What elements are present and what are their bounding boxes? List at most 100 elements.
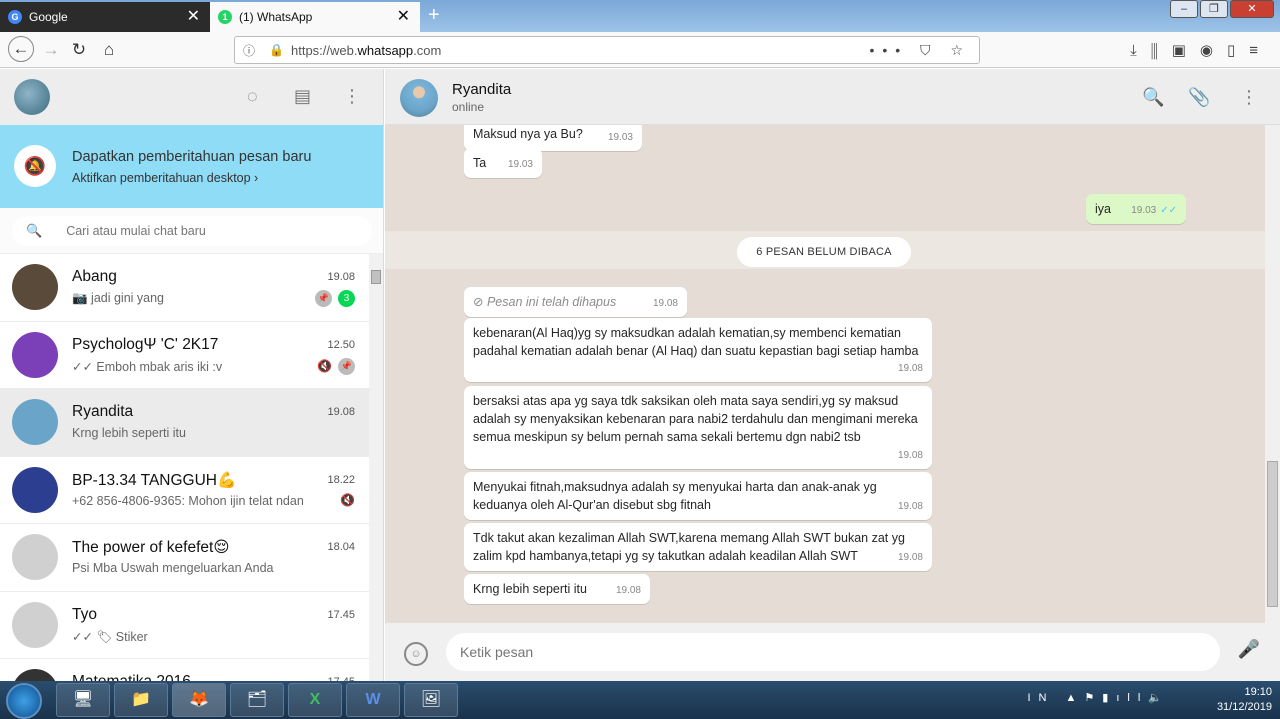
taskbar-explorer-icon[interactable]: 📁 [114, 683, 168, 717]
message-bubble[interactable]: kebenaran(Al Haq)yg sy maksudkan adalah … [464, 318, 932, 382]
contact-avatar[interactable] [400, 79, 438, 117]
pocket-icon[interactable]: ⛉ [920, 42, 939, 58]
taskbar-image-icon[interactable]: 🖼 [404, 683, 458, 717]
menu-dots-icon[interactable]: ⋮ [343, 86, 361, 107]
tab-google[interactable]: G Google ✕ [0, 2, 210, 32]
close-tab-icon[interactable]: ✕ [397, 9, 410, 25]
message-text: Menyukai fitnah,maksudnya adalah sy meny… [473, 480, 877, 512]
new-chat-icon[interactable]: ▤ [294, 86, 311, 107]
browser-toolbar-icons: ⤓⫼▣◉▯≡ [1130, 41, 1272, 59]
chat-avatar[interactable] [12, 264, 58, 310]
forward-button[interactable]: → [40, 39, 62, 61]
chat-avatar[interactable] [12, 534, 58, 580]
address-bar[interactable]: ⓘ 🔒 https://web.whatsapp.com ••• ⛉ ☆ [234, 36, 980, 64]
clock-time: 19:10 [1244, 686, 1272, 698]
chat-list-item[interactable]: The power of kefefet😌 18.04 Psi Mba Uswah … [0, 524, 369, 592]
search-messages-icon[interactable]: 🔍 [1142, 87, 1164, 108]
taskbar-files-icon[interactable]: 🗂 [230, 683, 284, 717]
menu-icon[interactable]: ≡ [1249, 42, 1272, 59]
volume-icon[interactable]: 🔈 [1148, 692, 1170, 704]
taskbar-word-icon[interactable]: W [346, 683, 400, 717]
message-bubble[interactable]: Krng lebih seperti itu 19.08 [464, 574, 650, 604]
chat-list-item[interactable]: BP-13.34 TANGGUH💪 18.22 +62 856-4806-9365:… [0, 457, 369, 524]
pin-icon: 📌 [338, 357, 355, 375]
chat-list-item[interactable]: Abang 19.08 📷 jadi gini yang 📌 3 [0, 254, 369, 322]
message-scrollbar[interactable] [1265, 125, 1280, 623]
chat-list-scrollbar[interactable] [369, 254, 383, 681]
chat-time: 18.22 [327, 473, 355, 486]
show-hidden-icon[interactable]: ▲ [1066, 692, 1085, 704]
close-tab-icon[interactable]: ✕ [187, 9, 200, 25]
message-text: Ta [473, 156, 487, 170]
scrollbar-thumb[interactable] [1267, 461, 1278, 607]
search-box: 🔍 [12, 216, 372, 246]
chat-avatar[interactable] [12, 399, 58, 445]
chat-last-message: 📷 jadi gini yang [72, 291, 165, 305]
message-bubble[interactable]: bersaksi atas apa yg saya tdk saksikan o… [464, 386, 932, 469]
sidebar-icon[interactable]: ▣ [1172, 42, 1200, 59]
info-icon[interactable]: ⓘ [243, 42, 255, 59]
battery-icon[interactable]: ▮ [1102, 692, 1116, 704]
clock[interactable]: 19:10 31/12/2019 [1217, 685, 1272, 715]
message-time: 19.08 [615, 585, 641, 596]
tab-whatsapp[interactable]: 1 (1) WhatsApp ✕ [210, 2, 420, 32]
taskbar-excel-icon[interactable]: X [288, 683, 342, 717]
chat-avatar[interactable] [12, 466, 58, 513]
close-window-button[interactable]: ✕ [1230, 0, 1274, 18]
chat-avatar[interactable] [12, 331, 58, 378]
more-actions-icon[interactable]: ••• [869, 42, 908, 58]
chat-list: Abang 19.08 📷 jadi gini yang 📌 3 PsychologΨ '… [0, 254, 369, 681]
compose-bar: ☺ 🎤 [385, 623, 1280, 681]
library-icon[interactable]: ⫼ [1151, 42, 1172, 59]
menu-dots-icon[interactable]: ⋮ [1240, 87, 1258, 108]
profile-avatar[interactable] [14, 79, 50, 115]
chat-avatar[interactable] [12, 601, 58, 648]
chat-list-item[interactable]: Tyo 17.45 ✓✓ 🏷 Stiker [0, 592, 369, 659]
whatsapp-icon: 1 [218, 10, 232, 24]
message-bubble-deleted[interactable]: ⊘ Pesan ini telah dihapus 19.08 [464, 287, 687, 317]
taskbar-computer-icon[interactable]: 🖥 [56, 683, 110, 717]
conversation-header[interactable]: Ryandita online 🔍 📎 ⋮ [385, 69, 1280, 125]
home-button[interactable]: ⌂ [98, 39, 120, 61]
notification-banner[interactable]: 🔕 Dapatkan pemberitahuan pesan baru Akti… [0, 125, 383, 208]
chat-list-item[interactable]: PsychologΨ 'C' 2K17 12.50 ✓✓ Emboh mbak ar… [0, 322, 369, 389]
bookmark-star-icon[interactable]: ☆ [950, 42, 971, 58]
new-tab-button[interactable]: + [428, 4, 440, 26]
chat-last-message: Krng lebih seperti itu [72, 426, 186, 440]
scrollbar-thumb[interactable] [371, 270, 381, 284]
chat-avatar[interactable] [12, 669, 58, 681]
search-icon: 🔍 [26, 223, 43, 238]
message-bubble[interactable]: Ta 19.03 [464, 148, 542, 178]
reload-button[interactable]: ↻ [68, 39, 90, 61]
microphone-icon[interactable]: 🎤 [1238, 639, 1260, 660]
message-bubble[interactable]: Menyukai fitnah,maksudnya adalah sy meny… [464, 472, 932, 520]
message-time: 19.08 [897, 450, 923, 461]
minimize-button[interactable]: – [1170, 0, 1198, 18]
back-button[interactable]: ← [8, 36, 34, 62]
downloads-icon[interactable]: ⤓ [1130, 42, 1151, 59]
attach-icon[interactable]: 📎 [1188, 87, 1210, 108]
network-icon[interactable]: ⚑ [1084, 692, 1102, 704]
message-time: 19.08 [897, 363, 923, 374]
chat-name: BP-13.34 TANGGUH💪 [72, 471, 237, 489]
chat-last-message: ✓✓ 🏷 Stiker [72, 629, 148, 644]
status-icon[interactable]: ◌ [247, 86, 258, 107]
maximize-button[interactable]: ❐ [1200, 0, 1228, 18]
chat-badges: 📌 3 [315, 290, 355, 307]
message-time: 19.03 ✓✓ [1131, 205, 1177, 216]
message-bubble[interactable]: Tdk takut akan kezaliman Allah SWT,karen… [464, 523, 932, 571]
chat-list-item[interactable]: Ryandita 19.08 Krng lebih seperti itu [0, 389, 369, 457]
search-input[interactable] [66, 224, 347, 238]
message-input[interactable] [446, 633, 1220, 671]
signal-icon[interactable]: ıll [1116, 692, 1148, 704]
start-button[interactable] [6, 683, 42, 719]
unread-count-badge: 3 [338, 290, 355, 307]
chat-list-item[interactable]: Matematika 201617.45 [0, 659, 369, 681]
taskbar-firefox-icon[interactable]: 🦊 [172, 683, 226, 717]
emoji-icon[interactable]: ☺ [404, 642, 428, 666]
language-indicator[interactable]: IN [1027, 692, 1054, 704]
account-icon[interactable]: ◉ [1200, 42, 1227, 59]
notification-link[interactable]: Aktifkan pemberitahuan desktop › [72, 171, 258, 185]
notes-icon[interactable]: ▯ [1227, 42, 1249, 59]
message-bubble-outgoing[interactable]: iya 19.03 ✓✓ [1086, 194, 1186, 224]
